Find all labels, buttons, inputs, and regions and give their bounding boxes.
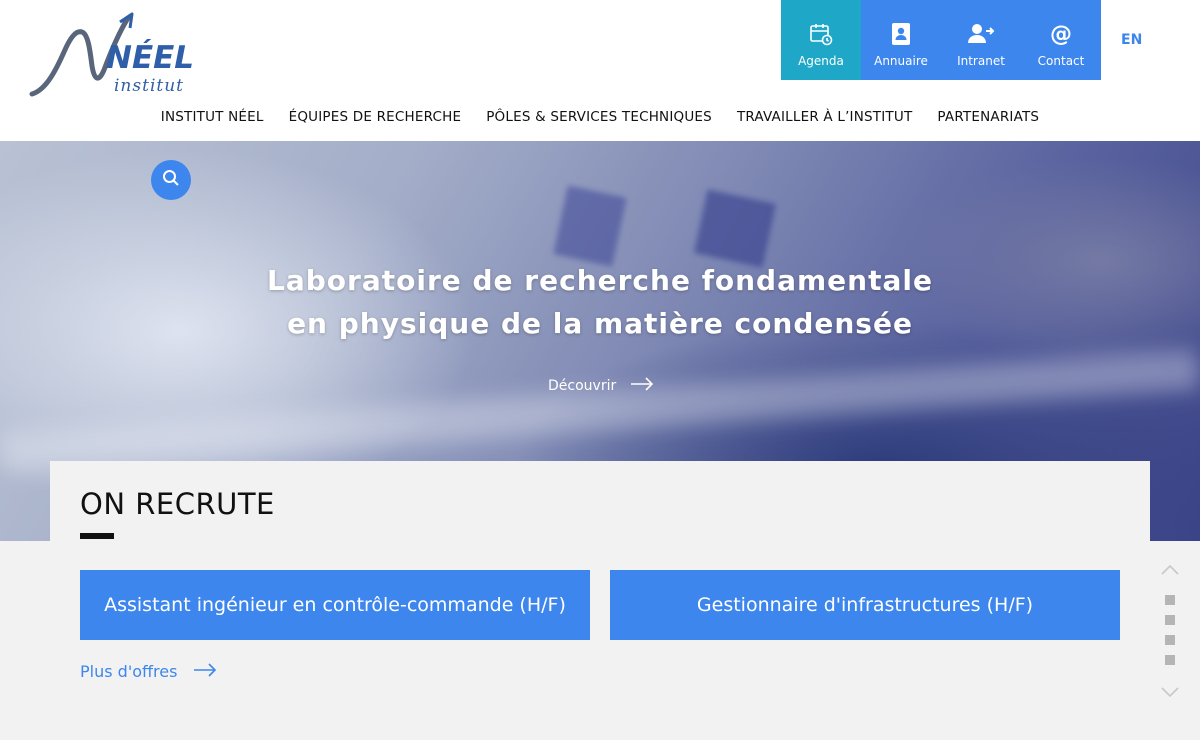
job-offer-button[interactable]: Gestionnaire d'infrastructures (H/F) (610, 570, 1120, 640)
main-nav: INSTITUT NÉEL ÉQUIPES DE RECHERCHE PÔLES… (0, 109, 1200, 129)
hero-background-light (0, 349, 1200, 473)
slide-dot[interactable] (1165, 635, 1175, 645)
user-login-icon (967, 22, 995, 46)
chevron-down-icon[interactable] (1160, 683, 1180, 702)
slide-dot[interactable] (1165, 615, 1175, 625)
slide-dot[interactable] (1165, 655, 1175, 665)
search-icon (162, 169, 180, 191)
quick-link-label: Intranet (957, 54, 1005, 68)
slide-dot[interactable] (1165, 595, 1175, 605)
logo-text: NÉEL (106, 40, 194, 76)
arrow-right-icon (193, 662, 217, 681)
institut-neel-logo[interactable]: NÉEL institut (28, 10, 203, 100)
nav-item-poles-services-techniques[interactable]: PÔLES & SERVICES TECHNIQUES (486, 109, 712, 129)
hero-title-line: Laboratoire de recherche fondamentale (267, 264, 933, 297)
quick-link-label: Contact (1037, 54, 1085, 68)
arrow-right-icon (630, 377, 654, 395)
hero-title: Laboratoire de recherche fondamentale en… (0, 259, 1200, 345)
language-switch-en[interactable]: EN (1121, 32, 1142, 48)
nav-item-partenariats[interactable]: PARTENARIATS (937, 109, 1039, 129)
quick-link-contact[interactable]: @ Contact (1021, 0, 1101, 80)
quick-link-agenda[interactable]: Agenda (781, 0, 861, 80)
chevron-up-icon[interactable] (1160, 561, 1180, 580)
hero-title-line: en physique de la matière condensée (287, 307, 913, 340)
search-button[interactable] (151, 160, 191, 200)
quick-link-label: Agenda (798, 54, 844, 68)
more-offers-label: Plus d'offres (80, 662, 178, 681)
quick-link-annuaire[interactable]: Annuaire (861, 0, 941, 80)
at-icon: @ (1050, 21, 1072, 47)
discover-link[interactable]: Découvrir (548, 377, 654, 395)
quick-link-intranet[interactable]: Intranet (941, 0, 1021, 80)
nav-item-institut-neel[interactable]: INSTITUT NÉEL (161, 109, 264, 129)
more-offers-link[interactable]: Plus d'offres (80, 662, 217, 681)
hero-background-shape (553, 185, 627, 267)
title-underline (80, 533, 114, 539)
calendar-icon (809, 22, 833, 46)
job-offer-button[interactable]: Assistant ingénieur en contrôle-commande… (80, 570, 590, 640)
address-book-icon (890, 22, 912, 46)
logo-subtext: institut (114, 76, 184, 96)
site-header: NÉEL institut Agenda Annuaire Intranet @… (0, 0, 1200, 141)
nav-item-equipes-de-recherche[interactable]: ÉQUIPES DE RECHERCHE (289, 109, 462, 129)
section-title: ON RECRUTE (80, 487, 275, 521)
hero-background-shape (694, 189, 776, 268)
discover-label: Découvrir (548, 378, 617, 394)
nav-item-travailler-a-l-institut[interactable]: TRAVAILLER À L’INSTITUT (737, 109, 912, 129)
quick-link-label: Annuaire (874, 54, 928, 68)
